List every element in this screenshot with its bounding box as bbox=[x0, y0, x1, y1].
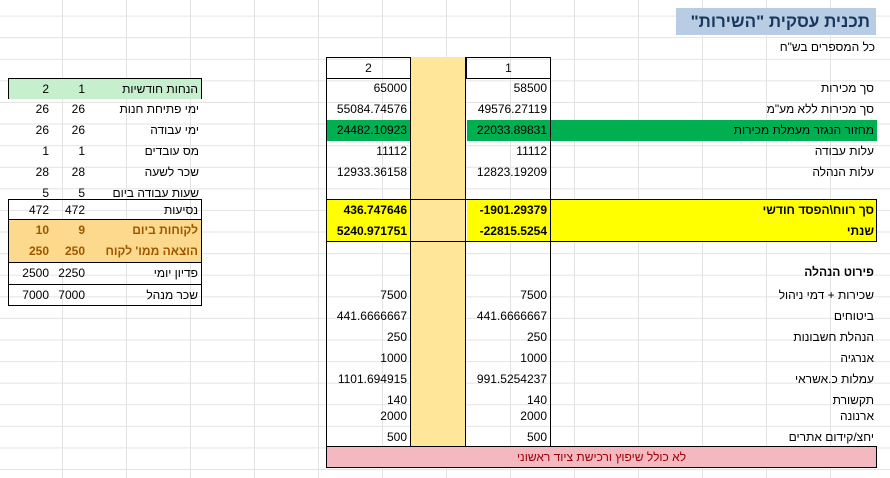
row-label[interactable]: ארנונה bbox=[551, 406, 877, 427]
row-label[interactable]: ביטוחים bbox=[551, 306, 877, 327]
row-label[interactable]: מחזור הנגזר מעמלת מכירות bbox=[551, 120, 877, 141]
value-cell-col2[interactable]: 12933.36158 bbox=[327, 162, 410, 183]
value-cell-col1[interactable]: 991.5254237 bbox=[467, 369, 550, 390]
value-cell-col1[interactable]: 441.6666667 bbox=[467, 306, 550, 327]
left-cell-v1[interactable]: 250 bbox=[52, 241, 88, 263]
value-cell-col2[interactable]: 250 bbox=[327, 327, 410, 348]
left-cell-v2[interactable]: 2500 bbox=[8, 263, 52, 285]
left-cell-v2[interactable]: 7000 bbox=[8, 285, 52, 306]
row-label[interactable]: עמלות כ.אשראי bbox=[551, 369, 877, 390]
value-cell-col2[interactable]: 500 bbox=[327, 427, 410, 447]
value-cell-col1[interactable]: 58500 bbox=[467, 78, 550, 99]
value-cell-col1[interactable]: 49576.27119 bbox=[467, 99, 550, 120]
value-cell-col2[interactable]: 11112 bbox=[327, 141, 410, 162]
value-cell-col2[interactable]: 55084.74576 bbox=[327, 99, 410, 120]
left-cell-v2[interactable]: 10 bbox=[8, 220, 52, 241]
value-cell-col2[interactable]: 436.747646 bbox=[327, 200, 410, 221]
left-cell-label[interactable]: ימי פתיחת חנות bbox=[88, 99, 202, 120]
row-label[interactable]: סך מכירות bbox=[551, 78, 877, 99]
left-cell-v1[interactable]: 472 bbox=[52, 199, 88, 220]
left-cell-v1[interactable]: 9 bbox=[52, 220, 88, 241]
value-cell-col2[interactable]: 5240.971751 bbox=[327, 221, 410, 242]
left-cell-v2[interactable]: 28 bbox=[8, 162, 52, 183]
left-cell-v2[interactable]: 26 bbox=[8, 99, 52, 120]
row-label[interactable]: יחצ/קידום אתרים bbox=[551, 427, 877, 447]
left-cell-label[interactable]: שכר לשעה bbox=[88, 162, 202, 183]
section-heading-management[interactable]: פירוט הנהלה bbox=[551, 262, 877, 283]
column-header-2[interactable]: 2 bbox=[326, 57, 411, 79]
value-cell-col1[interactable]: -1901.29379 bbox=[467, 200, 550, 221]
left-cell-v2[interactable]: 26 bbox=[8, 120, 52, 141]
value-cell-col1[interactable]: 1000 bbox=[467, 348, 550, 369]
row-label[interactable]: סך רווח\הפסד חודשי bbox=[551, 200, 877, 221]
value-cell-col2[interactable]: 7500 bbox=[327, 285, 410, 306]
left-cell-v1[interactable]: 7000 bbox=[52, 285, 88, 306]
left-cell-v1[interactable]: 2250 bbox=[52, 263, 88, 285]
left-cell-v1[interactable]: 26 bbox=[52, 120, 88, 141]
row-label[interactable]: שכירות + דמי ניהול bbox=[551, 285, 877, 306]
value-cell-col1[interactable]: 7500 bbox=[467, 285, 550, 306]
row-label[interactable]: עלות עבודה bbox=[551, 141, 877, 162]
row-label[interactable]: אנרגיה bbox=[551, 348, 877, 369]
row-label[interactable]: הנהלת חשבונות bbox=[551, 327, 877, 348]
value-cell-col1[interactable]: 500 bbox=[467, 427, 550, 447]
row-label[interactable]: עלות הנהלה bbox=[551, 162, 877, 183]
value-cell-col2[interactable]: 2000 bbox=[327, 406, 410, 427]
left-cell-v2[interactable]: 250 bbox=[8, 241, 52, 263]
left-cell-v1[interactable]: 28 bbox=[52, 162, 88, 183]
row-label[interactable]: שנתי bbox=[551, 221, 877, 242]
profit-border-bottom bbox=[326, 241, 877, 242]
value-cell-col1[interactable]: 11112 bbox=[467, 141, 550, 162]
yellow-spacer-column bbox=[410, 57, 466, 446]
profit-border-right bbox=[876, 199, 877, 242]
value-cell-col2[interactable]: 24482.10923 bbox=[327, 120, 410, 141]
value-cell-col1[interactable]: 2000 bbox=[467, 406, 550, 427]
sheet-title[interactable]: תכנית עסקית "השירות" bbox=[676, 8, 876, 35]
value-cell-col2[interactable]: 65000 bbox=[327, 78, 410, 99]
value-cell-col2[interactable]: 1000 bbox=[327, 348, 410, 369]
left-cell-v2[interactable]: 472 bbox=[8, 199, 52, 220]
column-header-1[interactable]: 1 bbox=[466, 57, 551, 79]
left-cell-label[interactable]: נסיעות bbox=[88, 199, 202, 220]
left-cell-label[interactable]: הוצאה ממו' לקוח bbox=[88, 241, 202, 263]
left-cell-label[interactable]: מס עובדים bbox=[88, 141, 202, 162]
left-cell-v2[interactable]: 2 bbox=[8, 78, 52, 99]
value-cell-col2[interactable]: 1101.694915 bbox=[327, 369, 410, 390]
left-cell-v2[interactable]: 1 bbox=[8, 141, 52, 162]
value-cell-col1[interactable]: -22815.5254 bbox=[467, 221, 550, 242]
value-cell-col1[interactable]: 12823.19209 bbox=[467, 162, 550, 183]
value-cell-col1[interactable]: 250 bbox=[467, 327, 550, 348]
sheet-subtitle[interactable]: כל המספרים בש"ח bbox=[700, 37, 875, 57]
left-cell-v1[interactable]: 1 bbox=[52, 78, 88, 99]
row-label[interactable]: סך מכירות ללא מע"מ bbox=[551, 99, 877, 120]
left-cell-label[interactable]: הנחות חודשיות bbox=[88, 78, 202, 99]
left-cell-label[interactable]: פדיון יומי bbox=[88, 263, 202, 285]
left-cell-v1[interactable]: 1 bbox=[52, 141, 88, 162]
footer-note[interactable]: לא כולל שיפוץ ורכישת ציוד ראשוני bbox=[326, 446, 877, 468]
value-cell-col2[interactable]: 441.6666667 bbox=[327, 306, 410, 327]
left-cell-v1[interactable]: 26 bbox=[52, 99, 88, 120]
value-cell-col1[interactable]: 22033.89831 bbox=[467, 120, 550, 141]
left-cell-label[interactable]: שכר מנהל bbox=[88, 285, 202, 306]
left-cell-label[interactable]: ימי עבודה bbox=[88, 120, 202, 141]
left-cell-label[interactable]: לקוחות ביום bbox=[88, 220, 202, 241]
